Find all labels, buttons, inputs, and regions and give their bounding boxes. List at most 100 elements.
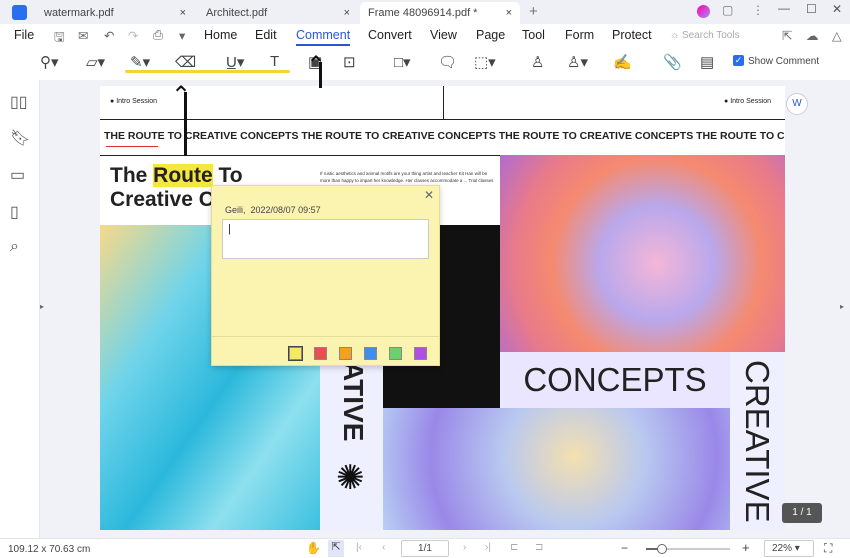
first-page-icon[interactable]: |‹ <box>356 542 362 553</box>
callout-icon[interactable]: ⊡ <box>343 53 356 71</box>
note-text-input[interactable]: | <box>222 219 429 259</box>
underline-icon[interactable]: U̲▾ <box>226 53 244 71</box>
gradient-image <box>383 408 730 530</box>
close-icon[interactable]: × <box>180 7 186 19</box>
menu-home[interactable]: Home <box>204 28 237 42</box>
thumbnails-icon[interactable]: ▯▯ <box>10 92 28 112</box>
area-tool-icon[interactable]: ▱▾ <box>86 53 105 71</box>
text-tool-icon[interactable]: T <box>270 53 279 70</box>
menu-view[interactable]: View <box>430 28 457 42</box>
avatar[interactable] <box>697 5 710 18</box>
expand-right-icon[interactable]: ▸ <box>840 302 844 311</box>
left-sidebar: ▯▯ 🔖︎ ▭ ▯ ⌕ <box>0 80 40 538</box>
close-icon[interactable]: × <box>344 7 350 19</box>
prev-page-icon[interactable]: ‹ <box>382 542 385 553</box>
zoom-select[interactable]: 22% ▾ <box>764 540 814 557</box>
color-swatch[interactable] <box>314 347 327 360</box>
search-tools[interactable]: ☼ Search Tools <box>670 30 740 41</box>
print-icon[interactable]: ⎙ <box>153 28 163 43</box>
highlighter-icon[interactable]: ✎▾ <box>130 53 150 71</box>
collapse-icon[interactable]: △ <box>832 28 842 43</box>
minimize-icon[interactable]: — <box>778 1 790 15</box>
expand-left-icon[interactable]: ▸ <box>40 302 44 311</box>
comments-icon[interactable]: ▭ <box>10 165 25 185</box>
maximize-icon[interactable]: ☐ <box>806 2 817 16</box>
search-icon[interactable]: ⌕ <box>10 238 19 256</box>
undo-icon[interactable]: ↶ <box>104 28 114 43</box>
next-page-icon[interactable]: › <box>463 542 466 553</box>
translate-icon[interactable]: W <box>786 93 808 115</box>
pdf-page: ● Intro Session ● Intro Session THE ROUT… <box>100 86 785 530</box>
page-number-input[interactable]: 1/1 <box>401 540 449 557</box>
menu-form[interactable]: Form <box>565 28 594 42</box>
starburst-icon: ✺ <box>336 459 365 497</box>
app-logo <box>12 5 27 20</box>
menu-comment[interactable]: Comment <box>296 28 351 46</box>
shape-icon[interactable]: □▾ <box>394 53 411 71</box>
save-icon[interactable]: 🖫 <box>54 28 65 49</box>
comment-list-icon[interactable]: ▤ <box>700 53 714 71</box>
lightbulb-icon: ☼ <box>670 30 682 41</box>
comment-icon[interactable]: 🗨 <box>438 53 457 71</box>
highlighted-word: Route <box>153 164 213 187</box>
color-swatch[interactable] <box>414 347 427 360</box>
tab-architect[interactable]: Architect.pdf × <box>198 2 358 24</box>
concepts-heading: CONCEPTS <box>500 352 730 408</box>
status-bar: 109.12 x 70.63 cm ✋ ⇱ |‹ ‹ 1/1 › ›| ⊏ ⊐ … <box>0 538 850 558</box>
rotate-right-icon[interactable]: ⊐ <box>535 542 543 553</box>
stamp-icon[interactable]: ♙ <box>531 53 544 71</box>
zoom-in-icon[interactable]: + <box>742 540 750 555</box>
share-icon[interactable]: ⇱ <box>782 28 792 43</box>
intro-session-left: ● Intro Session <box>110 98 158 105</box>
menu-convert[interactable]: Convert <box>368 28 412 42</box>
yellow-underline-annotation <box>125 70 290 73</box>
creative-vertical-partial: ATIVE <box>338 361 369 442</box>
eraser-icon[interactable]: ⌫ <box>175 53 196 71</box>
zoom-out-icon[interactable]: − <box>621 541 628 555</box>
tab-label: Architect.pdf <box>206 7 268 19</box>
upload-icon[interactable]: ☁ <box>806 28 819 43</box>
tab-label: watermark.pdf <box>44 7 114 19</box>
menu-file[interactable]: File <box>14 28 34 42</box>
new-tab-icon[interactable]: + <box>529 3 538 20</box>
menu-protect[interactable]: Protect <box>612 28 652 42</box>
attachment-icon[interactable]: 📎 <box>663 53 682 71</box>
attachments-icon[interactable]: ▯ <box>10 202 19 222</box>
zoom-slider-handle[interactable] <box>656 544 667 554</box>
hand-tool-icon[interactable]: ✋ <box>306 541 321 555</box>
color-swatch[interactable] <box>288 346 303 361</box>
notification-icon[interactable]: ▢ <box>722 3 733 17</box>
bookmark-icon[interactable]: 🔖︎ <box>10 128 30 148</box>
mail-icon[interactable]: ✉ <box>78 28 88 43</box>
banner-text: THE ROUTE TO CREATIVE CONCEPTS THE ROUTE… <box>104 130 785 142</box>
show-comment-checkbox[interactable]: ✓ <box>733 55 744 66</box>
sign-icon[interactable]: ✍ <box>613 53 632 71</box>
select-tool-icon[interactable]: ⇱ <box>328 540 344 557</box>
sticky-note-tool-icon[interactable]: ⚲▾ <box>40 53 59 71</box>
signature-stamp-icon[interactable]: ♙▾ <box>567 53 588 71</box>
tab-frame[interactable]: Frame 48096914.pdf * × <box>360 2 520 24</box>
close-icon[interactable]: × <box>506 7 512 19</box>
menu-edit[interactable]: Edit <box>255 28 277 42</box>
redo-icon[interactable]: ↷ <box>128 28 138 43</box>
measure-icon[interactable]: ⬚▾ <box>474 53 496 71</box>
color-swatch[interactable] <box>389 347 402 360</box>
arrow-head-icon: ⌃ <box>306 52 327 79</box>
fit-page-icon[interactable]: ⛶ <box>824 541 832 556</box>
rotate-left-icon[interactable]: ⊏ <box>510 542 518 553</box>
last-page-icon[interactable]: ›| <box>485 542 491 553</box>
note-author: Geili, 2022/08/07 09:57 <box>225 205 321 215</box>
color-swatch[interactable] <box>339 347 352 360</box>
color-swatch[interactable] <box>364 347 377 360</box>
show-comment-label: Show Comment <box>748 56 820 67</box>
menu-page[interactable]: Page <box>476 28 505 42</box>
close-icon[interactable]: ✕ <box>424 188 434 202</box>
dropdown-icon[interactable]: ▾ <box>179 28 185 43</box>
tab-label: Frame 48096914.pdf * <box>368 7 478 19</box>
zoom-slider[interactable] <box>646 544 730 554</box>
arrow-head-icon: ⌃ <box>171 82 192 109</box>
close-window-icon[interactable]: ✕ <box>832 2 842 16</box>
tab-watermark[interactable]: watermark.pdf × <box>36 2 194 24</box>
more-icon[interactable]: ⋮ <box>752 3 764 17</box>
menu-tool[interactable]: Tool <box>522 28 545 42</box>
